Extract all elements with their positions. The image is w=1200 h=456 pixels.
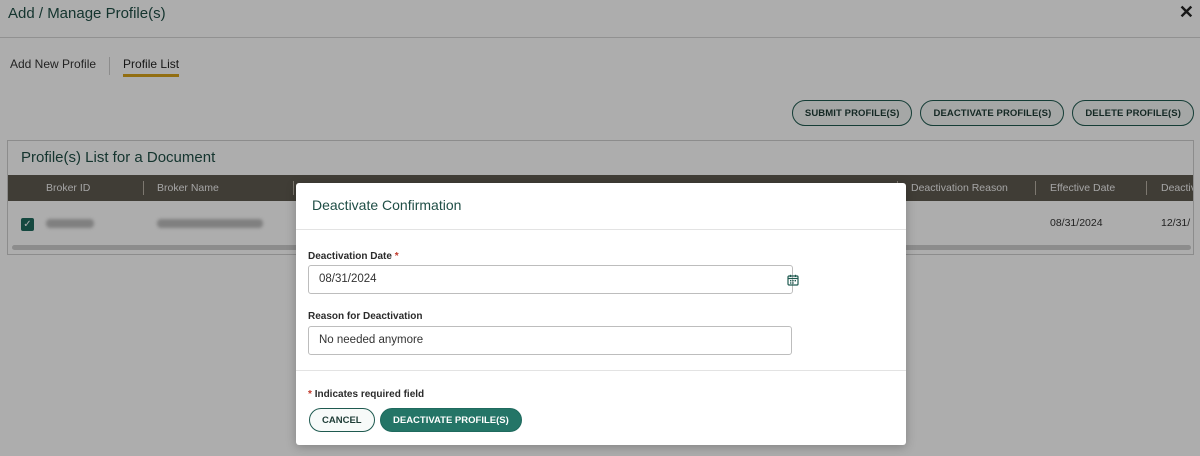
required-field-note: * Indicates required field <box>308 389 424 400</box>
calendar-icon[interactable] <box>787 274 799 286</box>
confirm-deactivate-button[interactable]: DEACTIVATE PROFILE(S) <box>380 408 522 432</box>
reason-value: No needed anymore <box>319 334 424 346</box>
dialog-title: Deactivate Confirmation <box>312 197 462 213</box>
deactivation-date-field[interactable]: 08/31/2024 <box>308 265 799 294</box>
deactivation-date-label: Deactivation Date * <box>308 251 399 262</box>
deactivation-date-label-text: Deactivation Date <box>308 251 392 262</box>
reason-field[interactable]: No needed anymore <box>308 326 792 355</box>
deactivation-date-value: 08/31/2024 <box>319 273 377 285</box>
required-note-text: Indicates required field <box>314 389 425 400</box>
required-asterisk: * <box>394 251 399 262</box>
reason-label: Reason for Deactivation <box>308 311 423 322</box>
required-asterisk: * <box>308 389 312 400</box>
deactivate-confirmation-dialog: Deactivate Confirmation Deactivation Dat… <box>296 183 906 445</box>
cancel-button[interactable]: CANCEL <box>309 408 375 432</box>
dialog-divider <box>296 229 906 230</box>
dialog-divider <box>296 370 906 371</box>
